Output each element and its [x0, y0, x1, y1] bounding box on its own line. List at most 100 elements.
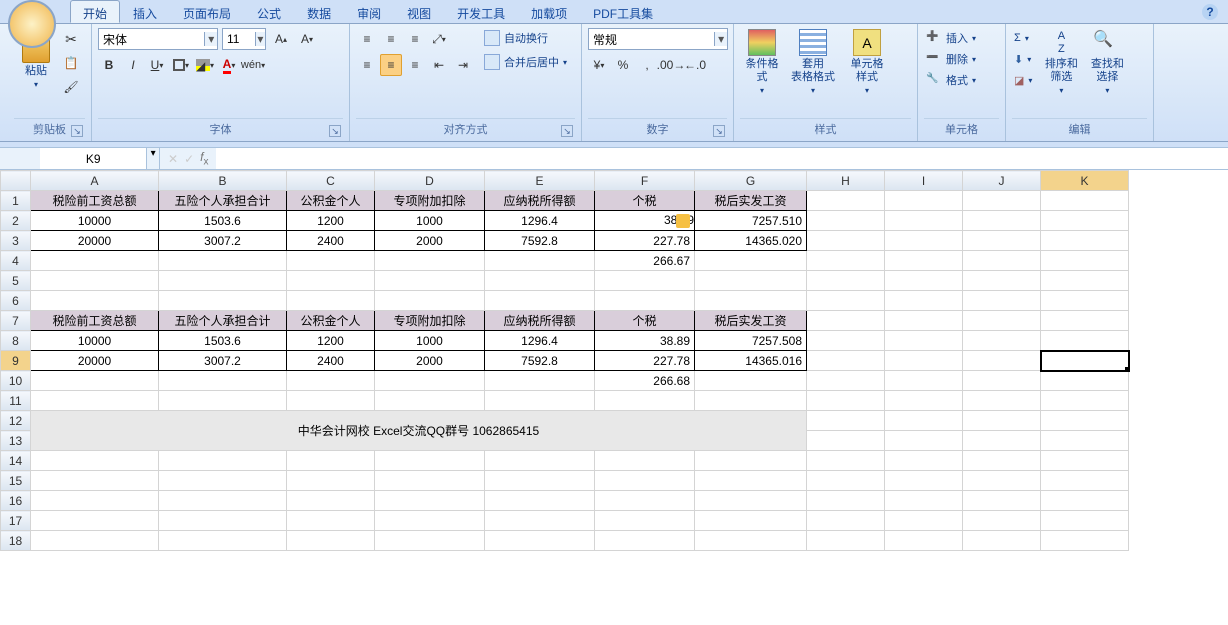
formula-input[interactable]: [216, 148, 1228, 169]
help-icon[interactable]: ?: [1202, 4, 1218, 20]
tab-开发工具[interactable]: 开发工具: [444, 0, 518, 23]
cell-I5[interactable]: [885, 271, 963, 291]
select-all-cell[interactable]: [1, 171, 31, 191]
cell-A5[interactable]: [31, 271, 159, 291]
cell-G18[interactable]: [695, 531, 807, 551]
cell-H3[interactable]: [807, 231, 885, 251]
cell-K17[interactable]: [1041, 511, 1129, 531]
cell-A15[interactable]: [31, 471, 159, 491]
cell-B10[interactable]: [159, 371, 287, 391]
cell-A4[interactable]: [31, 251, 159, 271]
cell-I14[interactable]: [885, 451, 963, 471]
cell-C9[interactable]: 2400: [287, 351, 375, 371]
cell-D2[interactable]: 1000: [375, 211, 485, 231]
cell-B9[interactable]: 3007.2: [159, 351, 287, 371]
align-top-button[interactable]: ≡: [356, 28, 378, 50]
tab-开始[interactable]: 开始: [70, 0, 120, 23]
cell-E6[interactable]: [485, 291, 595, 311]
fill-color-button[interactable]: ◢▾: [194, 54, 216, 76]
column-header-C[interactable]: C: [287, 171, 375, 191]
row-header-11[interactable]: 11: [1, 391, 31, 411]
tab-审阅[interactable]: 审阅: [344, 0, 394, 23]
cell-H13[interactable]: [807, 431, 885, 451]
format-painter-button[interactable]: [60, 76, 82, 98]
increase-indent-button[interactable]: ⇥: [452, 54, 474, 76]
office-button[interactable]: [8, 0, 56, 48]
cell-C16[interactable]: [287, 491, 375, 511]
row-header-9[interactable]: 9: [1, 351, 31, 371]
spreadsheet-grid[interactable]: ABCDEFGHIJK1税险前工资总额五险个人承担合计公积金个人专项附加扣除应纳…: [0, 170, 1228, 625]
clear-button[interactable]: ◪▾: [1012, 70, 1034, 90]
cell-J5[interactable]: [963, 271, 1041, 291]
tab-PDF工具集[interactable]: PDF工具集: [580, 0, 666, 23]
cell-G5[interactable]: [695, 271, 807, 291]
cell-D10[interactable]: [375, 371, 485, 391]
cell-H18[interactable]: [807, 531, 885, 551]
increase-font-button[interactable]: A▴: [270, 28, 292, 50]
cell-C18[interactable]: [287, 531, 375, 551]
bold-button[interactable]: B: [98, 54, 120, 76]
cell-C10[interactable]: [287, 371, 375, 391]
tab-视图[interactable]: 视图: [394, 0, 444, 23]
cell-G14[interactable]: [695, 451, 807, 471]
orientation-button[interactable]: ⤢▾: [428, 28, 450, 50]
cell-A2[interactable]: 10000: [31, 211, 159, 231]
cell-J10[interactable]: [963, 371, 1041, 391]
cell-B5[interactable]: [159, 271, 287, 291]
cell-D8[interactable]: 1000: [375, 331, 485, 351]
cell-B14[interactable]: [159, 451, 287, 471]
cell-H5[interactable]: [807, 271, 885, 291]
cell-B4[interactable]: [159, 251, 287, 271]
cell-J13[interactable]: [963, 431, 1041, 451]
cell-D1[interactable]: 专项附加扣除: [375, 191, 485, 211]
cell-J17[interactable]: [963, 511, 1041, 531]
cell-J14[interactable]: [963, 451, 1041, 471]
cell-H4[interactable]: [807, 251, 885, 271]
cell-B6[interactable]: [159, 291, 287, 311]
cell-I3[interactable]: [885, 231, 963, 251]
cell-K3[interactable]: [1041, 231, 1129, 251]
column-header-I[interactable]: I: [885, 171, 963, 191]
cell-F16[interactable]: [595, 491, 695, 511]
cell-H12[interactable]: [807, 411, 885, 431]
tab-加载项[interactable]: 加载项: [518, 0, 580, 23]
cell-E9[interactable]: 7592.8: [485, 351, 595, 371]
cancel-formula-icon[interactable]: ✕: [168, 152, 178, 166]
cell-A8[interactable]: 10000: [31, 331, 159, 351]
cell-H14[interactable]: [807, 451, 885, 471]
cell-D6[interactable]: [375, 291, 485, 311]
cell-E11[interactable]: [485, 391, 595, 411]
format-cells-button[interactable]: 格式▾: [924, 70, 999, 90]
cell-F11[interactable]: [595, 391, 695, 411]
currency-button[interactable]: ¥▾: [588, 54, 610, 76]
tab-公式[interactable]: 公式: [244, 0, 294, 23]
cell-E18[interactable]: [485, 531, 595, 551]
cell-B16[interactable]: [159, 491, 287, 511]
name-box-input[interactable]: [40, 148, 146, 169]
decrease-decimal-button[interactable]: ←.0: [684, 54, 706, 76]
cell-C3[interactable]: 2400: [287, 231, 375, 251]
cell-F4[interactable]: 266.67: [595, 251, 695, 271]
find-select-button[interactable]: 查找和 选择▾: [1084, 28, 1130, 98]
row-header-7[interactable]: 7: [1, 311, 31, 331]
cell-K18[interactable]: [1041, 531, 1129, 551]
cell-B8[interactable]: 1503.6: [159, 331, 287, 351]
cell-D14[interactable]: [375, 451, 485, 471]
cell-K4[interactable]: [1041, 251, 1129, 271]
cell-I16[interactable]: [885, 491, 963, 511]
cell-C15[interactable]: [287, 471, 375, 491]
row-header-10[interactable]: 10: [1, 371, 31, 391]
cell-I1[interactable]: [885, 191, 963, 211]
cell-D18[interactable]: [375, 531, 485, 551]
cell-K13[interactable]: [1041, 431, 1129, 451]
cell-K14[interactable]: [1041, 451, 1129, 471]
cell-A7[interactable]: 税险前工资总额: [31, 311, 159, 331]
column-header-B[interactable]: B: [159, 171, 287, 191]
cell-H10[interactable]: [807, 371, 885, 391]
cell-H8[interactable]: [807, 331, 885, 351]
column-header-E[interactable]: E: [485, 171, 595, 191]
align-bottom-button[interactable]: ≡: [404, 28, 426, 50]
autosum-button[interactable]: Σ▾: [1012, 28, 1034, 48]
cell-C2[interactable]: 1200: [287, 211, 375, 231]
cell-C6[interactable]: [287, 291, 375, 311]
